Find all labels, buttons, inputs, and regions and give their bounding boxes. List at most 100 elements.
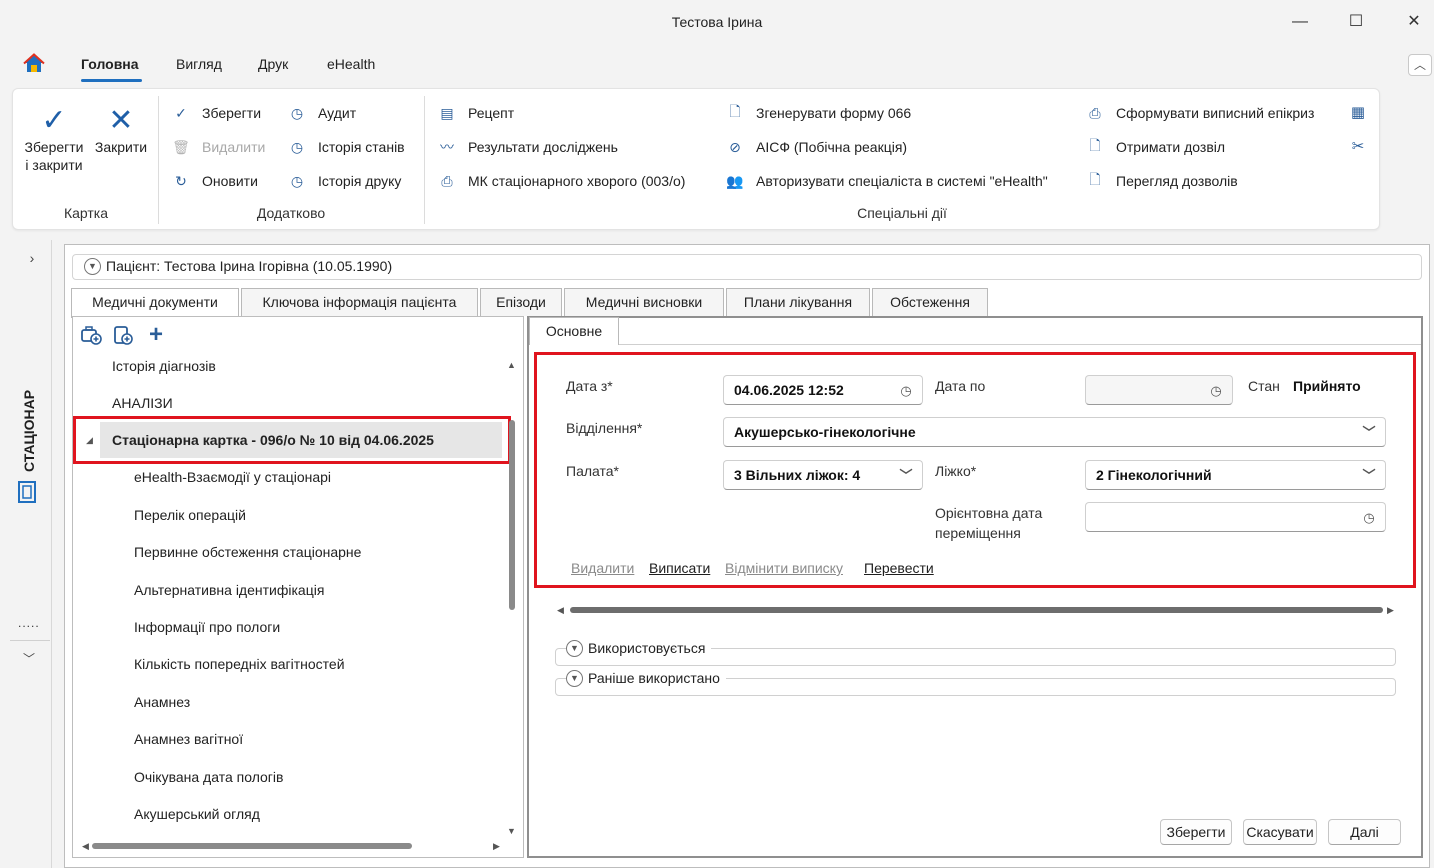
tree-item[interactable]: Первинне обстеження стаціонарне	[134, 534, 361, 570]
tree-item[interactable]: Кількість попередніх вагітностей	[134, 646, 345, 682]
tree-item[interactable]: Інформації про пологи	[134, 609, 280, 645]
transfer-link[interactable]: Перевести	[864, 560, 934, 576]
recipe-button[interactable]: ▤ Рецепт	[438, 102, 514, 124]
discharge-link[interactable]: Виписати	[649, 560, 710, 576]
calendar-clock-icon[interactable]: ◷	[896, 381, 916, 401]
tab-ehealth[interactable]: eHealth	[327, 56, 375, 72]
move-date-label: Орієнтовна дата	[935, 505, 1043, 521]
delete-link[interactable]: Видалити	[571, 560, 634, 576]
view-permissions-button[interactable]: 🗋 Перегляд дозволів	[1086, 170, 1237, 192]
scroll-right-arrow-icon[interactable]: ▶	[1387, 605, 1394, 616]
delete-ribbon-button[interactable]: 🗑 Видалити	[172, 136, 265, 158]
department-select[interactable]: Акушерсько-гінекологічне ﹀	[723, 417, 1386, 447]
get-permission-button[interactable]: 🗋 Отримати дозвіл	[1086, 136, 1225, 158]
state-label: Стан	[1248, 378, 1280, 394]
chevron-down-icon[interactable]: ﹀	[18, 650, 40, 670]
tree-item[interactable]: eHealth-Взаємодії у стаціонарі	[134, 459, 331, 495]
tab-druk[interactable]: Друк	[258, 56, 288, 72]
add-clipboard-icon[interactable]	[112, 324, 134, 346]
tab-strip-line	[529, 344, 1421, 345]
horizontal-scrollbar-thumb[interactable]	[92, 843, 412, 849]
tree-item-diagnosis-history[interactable]: Історія діагнозів	[112, 348, 216, 384]
chevron-down-circle-icon: ▼	[84, 257, 101, 275]
tree-item[interactable]: Анамнез	[134, 684, 190, 720]
building-icon	[18, 481, 36, 503]
add-folder-icon[interactable]	[80, 324, 102, 346]
window-title: Тестова Ірина	[671, 14, 763, 30]
form-epicrisis-button[interactable]: ⎙ Сформувати виписний епікриз	[1086, 102, 1314, 124]
tools-icon[interactable]: ✂	[1348, 137, 1368, 157]
scroll-down-arrow-icon[interactable]: ▼	[507, 826, 516, 836]
save-button[interactable]: Зберегти	[1160, 819, 1232, 845]
audit-button[interactable]: ◷ Аудит	[288, 102, 356, 124]
divider	[10, 640, 50, 641]
state-value: Прийнято	[1293, 378, 1361, 394]
date-to-field[interactable]: ◷	[1085, 375, 1233, 405]
plus-icon[interactable]: +	[145, 323, 167, 347]
tab-holovna[interactable]: Головна	[81, 56, 139, 72]
state-history-button[interactable]: ◷ Історія станів	[288, 136, 405, 158]
tree-item[interactable]: Анамнез вагітної	[134, 721, 243, 757]
research-results-button[interactable]: 〰 Результати досліджень	[438, 136, 618, 158]
tab-key-patient-info[interactable]: Ключова інформація пацієнта	[241, 288, 478, 316]
horizontal-scrollbar-thumb[interactable]	[570, 607, 1383, 613]
tab-medical-conclusions[interactable]: Медичні висновки	[564, 288, 724, 316]
tab-examinations[interactable]: Обстеження	[872, 288, 988, 316]
aisf-button[interactable]: ⊘ АІСФ (Побічна реакція)	[726, 136, 907, 158]
document-icon: 🗋	[729, 103, 741, 119]
authorize-specialist-button[interactable]: 👥 Авторизувати спеціаліста в системі "eHe…	[726, 170, 1047, 192]
date-from-field[interactable]: 04.06.2025 12:52 ◷	[723, 375, 923, 405]
close-button[interactable]: ✕ Закрити	[90, 104, 152, 156]
scroll-right-arrow-icon[interactable]: ▶	[493, 841, 500, 852]
tab-treatment-plans[interactable]: Плани лікування	[726, 288, 870, 316]
refresh-button[interactable]: ↻ Оновити	[172, 170, 258, 192]
ward-select[interactable]: 3 Вільних ліжок: 4 ﹀	[723, 460, 923, 490]
mk-form-button[interactable]: ⎙ МК стаціонарного хворого (003/о)	[438, 170, 685, 192]
date-to-label: Дата по	[935, 378, 986, 394]
maximize-button[interactable]: ☐	[1336, 10, 1376, 34]
calendar-add-icon[interactable]: ▦	[1348, 103, 1368, 123]
calendar-clock-icon[interactable]: ◷	[1359, 508, 1379, 528]
patient-expander[interactable]: ▼ Пацієнт: Тестова Ірина Ігорівна (10.05…	[84, 256, 399, 276]
document-search-icon: 🗋	[1089, 171, 1101, 187]
in-use-expander[interactable]: ▼ Використовується	[566, 638, 712, 658]
bed-label: Ліжко*	[935, 463, 977, 479]
scroll-left-arrow-icon[interactable]: ◀	[82, 841, 89, 852]
next-button[interactable]: Далі	[1328, 819, 1401, 845]
minimize-button[interactable]: —	[1280, 10, 1320, 34]
tab-medical-documents[interactable]: Медичні документи	[71, 288, 239, 318]
trash-icon: 🗑	[172, 138, 190, 155]
tab-vyhliad[interactable]: Вигляд	[176, 56, 222, 72]
scroll-up-arrow-icon[interactable]: ▲	[507, 360, 516, 370]
document-key-icon: 🗋	[1089, 137, 1101, 153]
close-window-button[interactable]: ✕	[1394, 10, 1434, 34]
vertical-scrollbar-thumb[interactable]	[509, 420, 515, 610]
tree-item[interactable]: Альтернативна ідентифікація	[134, 572, 324, 608]
tree-item[interactable]: Очікувана дата пологів	[134, 759, 283, 795]
tree-item[interactable]: Перелік операцій	[134, 497, 246, 533]
cancel-button[interactable]: Скасувати	[1243, 819, 1317, 845]
used-before-expander[interactable]: ▼ Раніше використано	[566, 668, 726, 688]
print-history-button[interactable]: ◷ Історія друку	[288, 170, 402, 192]
stationary-label[interactable]: СТАЦІОНАР	[8, 380, 48, 510]
bed-select[interactable]: 2 Гінекологічний ﹀	[1085, 460, 1386, 490]
generate-066-button[interactable]: 🗋 Згенерувати форму 066	[726, 102, 911, 124]
tab-osnovne[interactable]: Основне	[529, 317, 619, 345]
save-ribbon-button[interactable]: ✓ Зберегти	[172, 102, 261, 124]
chevron-down-icon: ﹀	[1362, 425, 1376, 440]
home-icon[interactable]	[22, 52, 46, 76]
save-and-close-button[interactable]: ✓ Зберегти і закрити	[20, 104, 88, 174]
tab-episodes[interactable]: Епізоди	[480, 288, 562, 316]
move-date-field[interactable]: ◷	[1085, 502, 1386, 532]
cancel-discharge-link[interactable]: Відмінити виписку	[725, 560, 843, 576]
printer-icon: ⎙	[1089, 104, 1101, 121]
dots-separator: .....	[18, 616, 40, 630]
chevron-up-icon: ︿	[1413, 58, 1426, 72]
expand-panel-chevron-icon[interactable]: ›	[22, 250, 42, 270]
calendar-clock-icon[interactable]: ◷	[1206, 381, 1226, 401]
scroll-left-arrow-icon[interactable]: ◀	[557, 605, 564, 616]
clock-icon: ◷	[290, 172, 304, 189]
tree-item[interactable]: Акушерський огляд	[134, 796, 260, 832]
collapse-ribbon-button[interactable]: ︿	[1408, 54, 1432, 76]
chevron-down-circle-icon: ▼	[566, 639, 583, 657]
